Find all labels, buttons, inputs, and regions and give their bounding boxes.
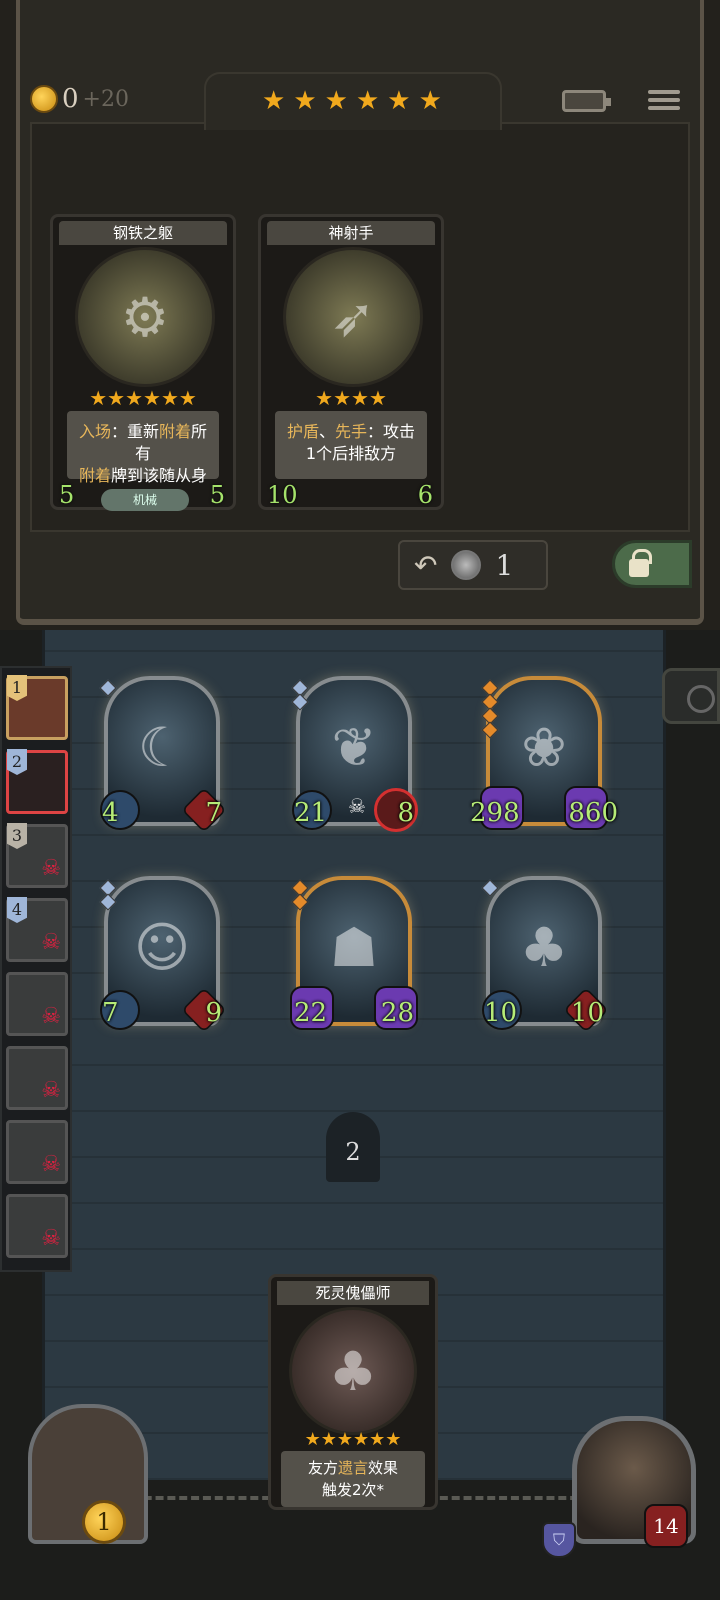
minion-attack: 10	[484, 998, 518, 1028]
star-icon: ★	[387, 86, 411, 116]
shop-card-iron-body[interactable]: 钢铁之躯 ⚙ ★★★★★★ 入场：重新附着所有 附着牌到该随从身上 5 机械 5	[50, 214, 236, 511]
player-slot[interactable]: ☠	[6, 972, 68, 1036]
minion-vine-plant[interactable]: ❦ ☠ 21 8	[291, 676, 418, 832]
turn-counter: 2	[326, 1112, 380, 1182]
rank-badge: 3	[7, 823, 27, 849]
player-slot[interactable]: 3 ☠	[6, 823, 68, 888]
minion-health: 9	[205, 998, 222, 1028]
card-name: 神射手	[267, 221, 435, 245]
gold-income: +20	[82, 86, 129, 112]
deathrattle-skull-icon: ☠	[348, 794, 366, 818]
minion-health: 8	[397, 798, 414, 828]
star-icon: ★	[355, 86, 380, 116]
card-attack: 10	[267, 481, 298, 509]
minion-attack: 7	[102, 998, 119, 1028]
star-icon: ★	[262, 86, 286, 116]
menu-icon[interactable]	[648, 86, 680, 116]
star-icon: ★	[293, 86, 317, 116]
player-slot[interactable]: ☠	[6, 1046, 68, 1110]
player-slot[interactable]: ☠	[6, 1120, 68, 1184]
minion-health: 10	[570, 998, 604, 1028]
gold-display: 0 +20	[30, 84, 129, 114]
minion-art: ♣	[519, 916, 569, 979]
minion-art: ☾	[137, 716, 187, 779]
minion-attack: 21	[294, 798, 328, 828]
board-side-button[interactable]	[662, 668, 720, 724]
skull-icon: ☠	[41, 1152, 61, 1177]
minion-elf-sorceress[interactable]: ☾ 4 7	[99, 676, 227, 833]
minion-art: ☺	[133, 916, 191, 979]
card-art-robot: ⚙	[75, 247, 215, 387]
minion-attack: 4	[102, 798, 119, 828]
freeze-shop-button[interactable]	[612, 540, 692, 588]
card-art-archer: ➶	[283, 247, 423, 387]
star-icon: ★	[324, 86, 348, 116]
player-slot[interactable]: 1	[6, 675, 68, 740]
card-stars: ★★★★	[315, 386, 387, 410]
minion-health: 28	[380, 998, 414, 1028]
skull-icon: ☠	[41, 1226, 61, 1251]
shop-card-marksman[interactable]: 神射手 ➶ ★★★★ 护盾、先手：攻击 1个后排敌方 10 6	[258, 214, 444, 510]
minion-old-witch-golden[interactable]: ☗ 22 28	[290, 876, 418, 1030]
skull-icon: ☠	[41, 930, 61, 955]
card-name: 钢铁之躯	[59, 221, 227, 245]
refresh-icon: ↶	[414, 548, 438, 582]
armor-shield-icon: ⛉	[542, 1522, 576, 1558]
card-tribe-tag: 机械	[101, 489, 189, 511]
refresh-shop-button[interactable]: ↶ 1	[398, 540, 548, 590]
refresh-cost-coin-icon	[451, 550, 482, 580]
card-description: 护盾、先手：攻击 1个后排敌方	[275, 411, 427, 479]
card-description: 友方遗言效果 触发2次*	[281, 1451, 425, 1507]
minion-imp-devil[interactable]: ☺ 7 9	[99, 876, 227, 1033]
tavern-tier-coin[interactable]: 1	[82, 1500, 126, 1544]
player-slot[interactable]: ☠	[6, 1194, 68, 1258]
hand-card-necro-puppeteer[interactable]: 死灵傀儡师 ♣ ★★★★★★ 友方遗言效果 触发2次*	[268, 1274, 438, 1510]
minion-art: ☗	[329, 916, 379, 979]
gold-amount: 0	[62, 84, 79, 114]
rank-badge: 4	[7, 897, 27, 923]
minion-art: ❦	[331, 716, 377, 779]
refresh-cost: 1	[495, 548, 514, 582]
rank-badge: 2	[7, 749, 27, 775]
minion-clown-puppet[interactable]: ♣ 10 10	[481, 876, 609, 1033]
skull-icon: ☠	[41, 1004, 61, 1029]
player-slot[interactable]: 4 ☠	[6, 897, 68, 962]
minion-leaf-girl-golden[interactable]: ❀ 298 860	[470, 676, 618, 830]
lock-icon	[629, 549, 652, 577]
skull-icon: ☠	[41, 1078, 61, 1103]
hero-health: 14	[644, 1504, 688, 1548]
card-art-clown: ♣	[289, 1307, 417, 1435]
card-stars: ★★★★★★	[304, 1429, 402, 1450]
minion-health: 860	[568, 798, 618, 828]
card-stars: ★★★★★★	[89, 386, 197, 410]
card-description: 入场：重新附着所有 附着牌到该随从身上	[67, 411, 219, 507]
tavern-star-rating: ★ ★ ★ ★ ★ ★	[262, 88, 442, 114]
gold-coin-icon	[30, 85, 58, 113]
card-health: 5	[209, 481, 225, 509]
card-attack: 5	[59, 481, 75, 509]
card-name: 死灵傀儡师	[277, 1281, 429, 1305]
card-health: 6	[417, 481, 433, 509]
minion-attack: 298	[470, 798, 520, 828]
minion-attack: 22	[294, 998, 328, 1028]
rank-badge: 1	[7, 675, 27, 701]
skull-icon: ☠	[41, 856, 61, 881]
minion-health: 7	[205, 798, 222, 828]
player-slot[interactable]: 2	[6, 749, 68, 814]
minion-art: ❀	[521, 716, 567, 779]
battery-icon	[562, 90, 611, 112]
opponent-list: 1 2 3 ☠ 4 ☠ ☠ ☠ ☠ ☠	[0, 666, 72, 1272]
star-icon: ★	[418, 86, 442, 116]
